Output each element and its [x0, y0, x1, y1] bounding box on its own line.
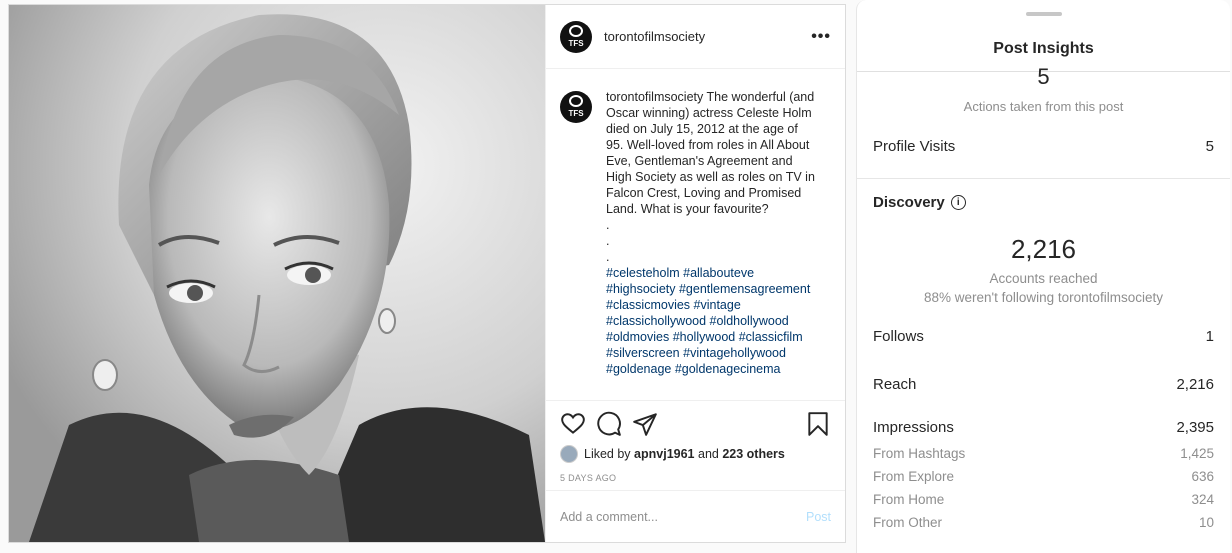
caption-avatar[interactable]: TFS [560, 91, 592, 123]
post-card: TFS torontofilmsociety ••• TFS torontofi… [8, 4, 846, 543]
drag-handle[interactable] [1026, 12, 1062, 16]
reach-label: Reach [873, 376, 917, 393]
insights-title: Post Insights [993, 40, 1094, 57]
hashtag-line[interactable]: #highsociety #gentlemensagreement [606, 281, 816, 297]
reach-row: Reach 2,216 [873, 376, 1214, 393]
source-value: 1,425 [1180, 446, 1214, 461]
share-icon[interactable] [632, 411, 658, 437]
caption: torontofilmsociety The wonderful (and Os… [606, 89, 816, 400]
more-options-icon[interactable]: ••• [811, 28, 831, 46]
caption-area: TFS torontofilmsociety The wonderful (an… [546, 69, 845, 400]
accounts-reached-count: 2,216 [1010, 234, 1077, 264]
post-actions: Liked by apnvj1961 and 223 others 5 DAYS… [546, 400, 845, 490]
avatar-text: TFS [568, 109, 584, 118]
profile-visits-value: 5 [1205, 138, 1214, 155]
likes-middle: and [698, 447, 719, 461]
portrait-image [9, 5, 545, 542]
caption-dot: . [606, 250, 610, 264]
insights-header: Post Insights [857, 0, 1230, 72]
logo-ring-icon [569, 95, 583, 107]
source-label: From Other [873, 515, 943, 530]
discovery-heading: Discovery i [873, 194, 966, 211]
hashtags[interactable]: #celesteholm #allabouteve #highsociety #… [606, 265, 816, 377]
follows-value: 1 [1205, 328, 1214, 345]
info-icon[interactable]: i [950, 195, 966, 210]
impressions-row: Impressions 2,395 [873, 419, 1214, 436]
comment-box: Add a comment... Post [546, 490, 845, 542]
caption-username[interactable]: torontofilmsociety [606, 90, 703, 104]
source-value: 10 [1198, 515, 1214, 530]
comment-icon[interactable] [596, 411, 622, 437]
post-photo[interactable] [9, 5, 545, 542]
post-header: TFS torontofilmsociety ••• [546, 5, 845, 69]
follows-row: Follows 1 [873, 328, 1214, 345]
comment-input[interactable]: Add a comment... [560, 510, 658, 524]
page: TFS torontofilmsociety ••• TFS torontofi… [0, 0, 1232, 553]
profile-visits-row: Profile Visits 5 [873, 138, 1214, 155]
divider [857, 178, 1230, 179]
source-row: From Hashtags 1,425 [873, 446, 1214, 461]
source-label: From Home [873, 492, 945, 507]
follows-label: Follows [873, 328, 924, 345]
hashtag-line[interactable]: #silverscreen #vintagehollywood [606, 345, 816, 361]
source-value: 636 [1191, 469, 1214, 484]
username-link[interactable]: torontofilmsociety [604, 29, 705, 44]
avatar-text: TFS [568, 38, 584, 48]
hashtag-line[interactable]: #classichollywood #oldhollywood [606, 313, 816, 329]
source-row: From Explore 636 [873, 469, 1214, 484]
actions-label: Actions taken from this post [963, 99, 1124, 114]
liker-username[interactable]: apnvj1961 [634, 447, 694, 461]
hashtag-line[interactable]: #classicmovies #vintage [606, 297, 816, 313]
hashtag-line[interactable]: #goldenage #goldenagecinema [606, 361, 816, 377]
source-row: From Other 10 [873, 515, 1214, 530]
bookmark-icon[interactable] [805, 411, 831, 437]
post-insights-panel: Post Insights 5 Actions taken from this … [856, 0, 1230, 553]
post-sidebar: TFS torontofilmsociety ••• TFS torontofi… [545, 5, 845, 542]
source-label: From Explore [873, 469, 955, 484]
caption-dot: . [606, 234, 610, 248]
post-timestamp[interactable]: 5 DAYS AGO [560, 473, 831, 483]
logo-ring-icon [569, 24, 583, 37]
impressions-label: Impressions [873, 419, 954, 436]
reach-value: 2,216 [1176, 376, 1214, 393]
action-icons [560, 409, 831, 439]
likes-others-link[interactable]: 223 others [722, 447, 785, 461]
impressions-value: 2,395 [1176, 419, 1214, 436]
discovery-label: Discovery [873, 194, 945, 211]
likes-prefix: Liked by [584, 447, 631, 461]
liker-avatar[interactable] [560, 445, 578, 463]
heart-icon[interactable] [560, 411, 586, 437]
accounts-reached-label: Accounts reached [989, 271, 1098, 286]
source-label: From Hashtags [873, 446, 966, 461]
not-following-text: 88% weren't following torontofilmsociety [924, 290, 1163, 305]
hashtag-line[interactable]: #celesteholm #allabouteve [606, 265, 816, 281]
profile-visits-label: Profile Visits [873, 138, 956, 155]
actions-count: 5 [1037, 64, 1050, 89]
source-value: 324 [1191, 492, 1214, 507]
avatar[interactable]: TFS [560, 20, 592, 53]
post-comment-button[interactable]: Post [806, 510, 831, 524]
caption-dot: . [606, 218, 610, 232]
caption-text: The wonderful (and Oscar winning) actres… [606, 90, 815, 216]
hashtag-line[interactable]: #oldmovies #hollywood #classicfilm [606, 329, 816, 345]
likes-line: Liked by apnvj1961 and 223 others [560, 445, 831, 463]
source-row: From Home 324 [873, 492, 1214, 507]
